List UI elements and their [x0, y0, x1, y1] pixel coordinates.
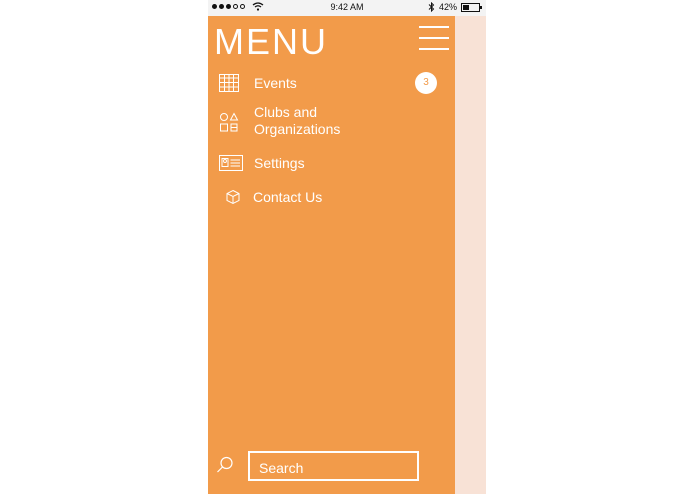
bluetooth-icon — [428, 2, 435, 12]
phone-screen: 9:42 AM 42% MENU Events 3 Clubs and Orga… — [208, 0, 486, 494]
hamburger-line — [419, 26, 449, 28]
status-right: 42% — [428, 2, 482, 12]
battery-percent: 42% — [438, 2, 457, 12]
events-count-badge: 3 — [415, 72, 437, 94]
menu-drawer: MENU Events 3 Clubs and Organizations Se… — [208, 16, 455, 494]
menu-title: MENU — [214, 21, 328, 62]
id-card-icon — [219, 155, 243, 171]
battery-fill — [463, 4, 470, 10]
hamburger-line — [419, 48, 449, 50]
hamburger-menu-button[interactable] — [419, 26, 449, 50]
menu-item-clubs-and-organizations[interactable]: Clubs and Organizations — [208, 104, 455, 140]
menu-item-label: Clubs and Organizations — [254, 104, 341, 137]
search-icon[interactable] — [216, 456, 234, 474]
battery-icon — [461, 2, 482, 12]
menu-item-label: Settings — [254, 155, 305, 171]
menu-item-label: Events — [254, 75, 297, 91]
cube-icon — [226, 189, 240, 205]
search-input[interactable]: Search — [248, 451, 419, 481]
hamburger-line — [419, 37, 449, 39]
status-bar: 9:42 AM 42% — [208, 0, 486, 16]
menu-item-settings[interactable]: Settings — [208, 153, 455, 175]
shapes-icon — [220, 112, 239, 132]
menu-item-events[interactable]: Events 3 — [208, 72, 455, 94]
menu-item-label: Contact Us — [253, 189, 323, 205]
calendar-grid-icon — [219, 74, 239, 92]
menu-item-contact-us[interactable]: Contact Us — [208, 187, 455, 209]
